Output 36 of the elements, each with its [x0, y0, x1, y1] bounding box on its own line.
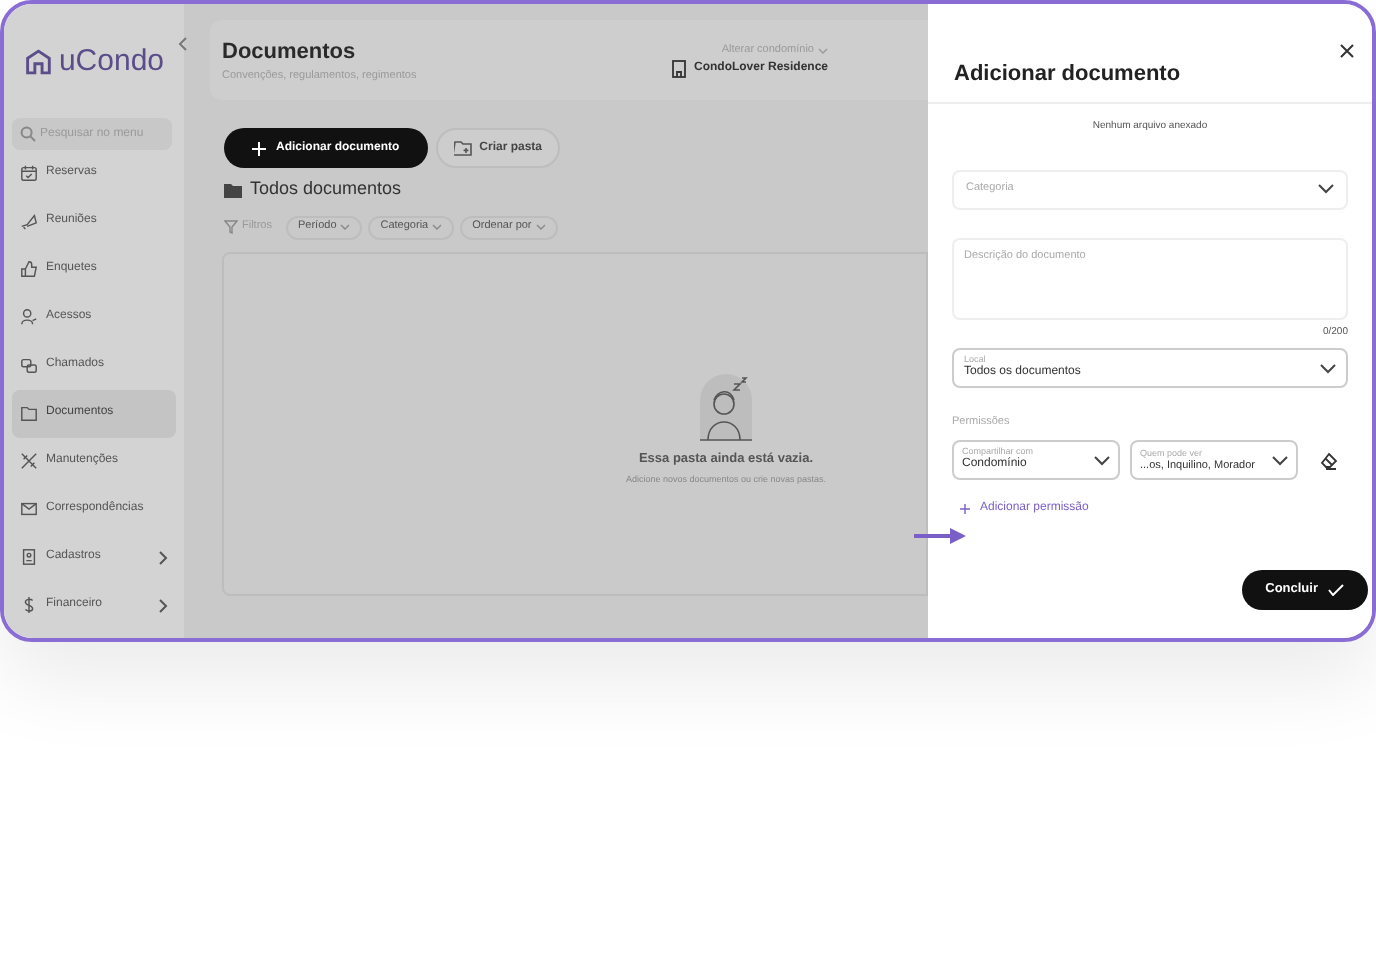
folder-plus-icon — [453, 140, 472, 156]
chevron-down-icon — [1094, 455, 1110, 466]
folder-title: Todos documentos — [250, 176, 402, 202]
plus-icon — [252, 141, 266, 155]
chevron-down-icon — [340, 224, 351, 230]
person-icon — [20, 308, 38, 326]
chevron-left-icon — [177, 36, 187, 52]
chevron-down-icon — [535, 224, 546, 230]
close-icon — [1339, 43, 1353, 57]
calendar-icon — [20, 164, 38, 182]
filter-icon — [224, 220, 238, 234]
plus-icon — [960, 504, 970, 515]
dollar-icon — [20, 596, 38, 614]
page-title: Documentos — [222, 37, 358, 68]
badge-icon — [20, 548, 38, 566]
chevron-down-icon — [1272, 455, 1288, 466]
envelope-icon — [20, 500, 38, 518]
close-button[interactable] — [1336, 40, 1356, 60]
folder-icon — [224, 181, 242, 198]
logo-text: uCondo — [58, 42, 164, 82]
folder-icon — [20, 404, 38, 422]
chevron-down-icon — [432, 224, 443, 230]
thumbs-up-icon — [20, 260, 38, 278]
chevron-down-icon — [1318, 184, 1334, 194]
check-icon — [1328, 584, 1344, 596]
sleeping-person-drawing — [694, 371, 758, 444]
house-logo-icon — [24, 46, 53, 79]
chevron-down-icon — [1320, 363, 1336, 373]
chevron-right-icon — [158, 549, 168, 565]
search-icon — [20, 125, 36, 141]
eraser-icon[interactable] — [1320, 451, 1338, 470]
chevron-right-icon — [158, 597, 168, 613]
arrow-icon — [914, 528, 966, 544]
building-icon — [671, 59, 686, 78]
chat-icon — [20, 356, 38, 374]
drawer-title: Adicionar documento — [954, 59, 1181, 89]
